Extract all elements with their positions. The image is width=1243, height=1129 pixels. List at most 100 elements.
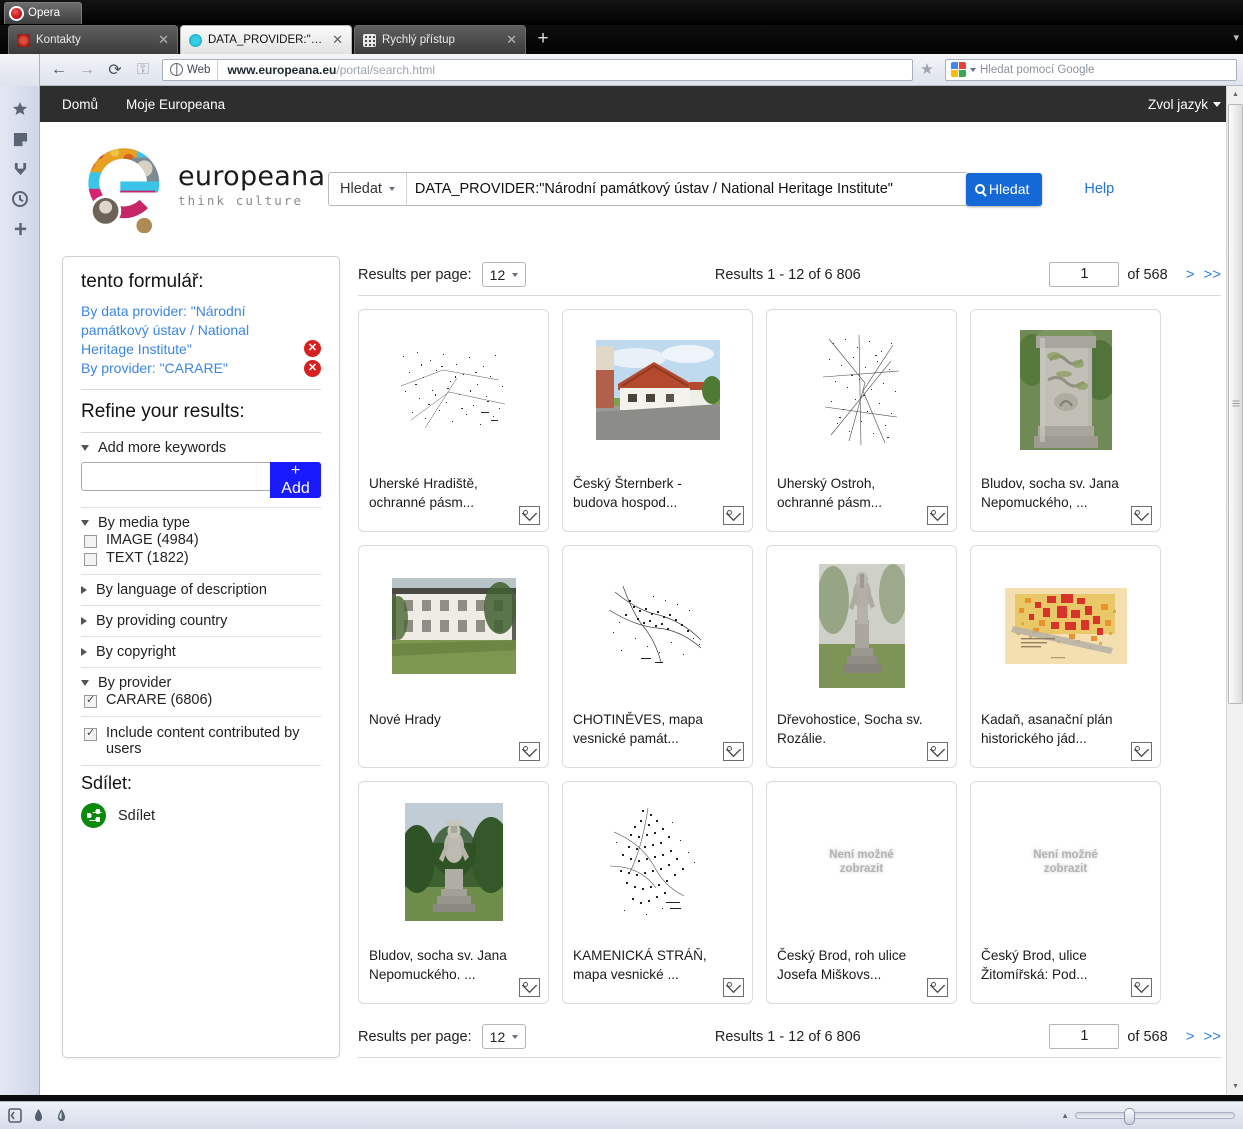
page-number-input[interactable]: 1	[1049, 262, 1120, 287]
tab-list-chevron-down-icon[interactable]: ▾	[1233, 31, 1239, 44]
browser-tab-kontakty[interactable]: Kontakty ✕	[8, 25, 178, 54]
europeana-logo[interactable]: europeana think culture	[78, 139, 325, 239]
zoom-track[interactable]	[1075, 1108, 1235, 1125]
facet-toggle-language[interactable]: By language of description	[81, 582, 321, 598]
result-card[interactable]: Bludov, socha sv. Jana Nepomuckého, ...	[970, 309, 1161, 532]
active-criterion-provider[interactable]: By provider: "CARARE"	[81, 359, 321, 378]
per-page-select[interactable]: 12	[481, 1024, 527, 1049]
share-button[interactable]: Sdílet	[81, 803, 321, 828]
language-selector[interactable]: Zvol jazyk	[1148, 97, 1221, 112]
browser-tab-data-provider[interactable]: DATA_PROVIDER:"Nár... ✕	[180, 25, 352, 54]
result-thumbnail[interactable]: Není možné zobrazit	[767, 782, 956, 942]
facet-item-carare[interactable]: CARARE (6806)	[81, 691, 321, 709]
result-thumbnail[interactable]	[359, 782, 548, 942]
search-input[interactable]	[406, 173, 967, 205]
downloads-icon[interactable]	[0, 154, 40, 184]
back-arrow-left-icon[interactable]: ←	[46, 58, 72, 82]
facet-toggle-keywords[interactable]: Add more keywords	[81, 440, 321, 456]
tab-close-icon[interactable]: ✕	[158, 32, 169, 48]
result-thumbnail[interactable]	[359, 546, 548, 706]
result-thumbnail[interactable]	[767, 310, 956, 470]
tab-close-icon[interactable]: ✕	[506, 32, 517, 48]
result-thumbnail[interactable]	[563, 310, 752, 470]
plus-icon[interactable]	[0, 214, 40, 244]
per-page-select[interactable]: 12	[481, 262, 527, 287]
keyword-input[interactable]	[81, 462, 270, 491]
result-thumbnail[interactable]	[563, 782, 752, 942]
facet-group-country: By providing country	[81, 606, 321, 637]
notes-icon[interactable]	[0, 124, 40, 154]
result-thumbnail[interactable]: Není možné zobrazit	[971, 782, 1160, 942]
checkbox-checked[interactable]	[84, 693, 97, 708]
result-card[interactable]: Kadaň, asanační plán historického jád...	[970, 545, 1161, 768]
refine-heading: Refine your results:	[81, 401, 245, 422]
help-link[interactable]: Help	[1084, 181, 1114, 197]
star-icon[interactable]	[0, 94, 40, 124]
result-card[interactable]: Dřevohostice, Socha sv. Rozálie.	[766, 545, 957, 768]
new-tab-button[interactable]: +	[532, 29, 554, 51]
next-page-button[interactable]: >	[1186, 1028, 1195, 1045]
checkbox[interactable]	[84, 535, 97, 548]
facet-toggle-media-type[interactable]: By media type	[81, 515, 321, 531]
result-card[interactable]: CHOTINĚVES, mapa vesnické památ...	[562, 545, 753, 768]
remove-criterion-icon[interactable]: ✕	[304, 340, 321, 357]
search-submit-button[interactable]: Hledat	[965, 172, 1043, 206]
search-engine-chevron-down-icon[interactable]	[970, 67, 976, 72]
zoom-slider[interactable]: ▲	[1061, 1108, 1235, 1125]
page-scrollbar[interactable]: ▲ ▼	[1226, 86, 1243, 1095]
result-card[interactable]: Uherské Hradiště, ochranné pásm...	[358, 309, 549, 532]
panel-toggle-icon[interactable]	[8, 1108, 22, 1123]
search-scope-dropdown[interactable]: Hledat	[329, 173, 407, 205]
tab-close-icon[interactable]: ✕	[332, 32, 343, 48]
nav-link-home[interactable]: Domů	[62, 97, 98, 112]
facet-group-user-content: Include content contributed by users	[81, 717, 321, 766]
result-card[interactable]: Bludov, socha sv. Jana Nepomuckého. ...	[358, 781, 549, 1004]
result-card[interactable]: Není možné zobrazit Český Brod, roh ulic…	[766, 781, 957, 1004]
forward-arrow-right-icon[interactable]: →	[74, 58, 100, 82]
result-thumbnail[interactable]	[971, 546, 1160, 706]
next-page-button[interactable]: >	[1186, 266, 1195, 283]
browser-tab-rychly-pristup[interactable]: Rychlý přístup ✕	[354, 25, 526, 54]
result-card[interactable]: Český Šternberk - budova hospod...	[562, 309, 753, 532]
zoom-thumb[interactable]	[1124, 1108, 1135, 1125]
unavailable-line-1: Není možné	[829, 849, 894, 861]
share-heading: Sdílet:	[81, 773, 133, 793]
checkbox[interactable]	[84, 553, 97, 566]
facet-toggle-copyright[interactable]: By copyright	[81, 644, 321, 660]
result-thumbnail[interactable]	[971, 310, 1160, 470]
facet-toggle-country[interactable]: By providing country	[81, 613, 321, 629]
facet-item-image[interactable]: IMAGE (4984)	[81, 531, 321, 549]
url-scope-badge[interactable]: Web	[163, 59, 219, 80]
facet-item-text[interactable]: TEXT (1822)	[81, 549, 321, 567]
cloud-sync-icon[interactable]	[55, 1108, 68, 1123]
checkbox-checked[interactable]	[84, 726, 97, 741]
triangle-down-icon	[81, 445, 89, 451]
key-icon[interactable]: ⚿	[130, 58, 156, 82]
facet-item-include-user-content[interactable]: Include content contributed by users	[81, 724, 321, 758]
result-card[interactable]: KAMENICKÁ STRÁŇ, mapa vesnické ...	[562, 781, 753, 1004]
add-keyword-button[interactable]: + Add	[270, 462, 321, 498]
history-clock-icon[interactable]	[0, 184, 40, 214]
nav-link-my-europeana[interactable]: Moje Europeana	[126, 97, 225, 112]
cloud-icon[interactable]	[32, 1108, 45, 1123]
bookmark-star-icon[interactable]: ★	[915, 59, 939, 81]
active-criterion-data-provider[interactable]: By data provider: "Národní památkový úst…	[81, 302, 321, 359]
result-card[interactable]: Není možné zobrazit Český Brod, ulice Ži…	[970, 781, 1161, 1004]
page-number-input[interactable]: 1	[1049, 1024, 1120, 1049]
result-thumbnail[interactable]	[563, 546, 752, 706]
facet-toggle-provider[interactable]: By provider	[81, 675, 321, 691]
result-card[interactable]: Uherský Ostroh, ochranné pásm...	[766, 309, 957, 532]
last-page-button[interactable]: >>	[1203, 266, 1221, 283]
scrollbar-thumb[interactable]	[1228, 104, 1243, 704]
last-page-button[interactable]: >>	[1203, 1028, 1221, 1045]
url-input[interactable]: Web www.europeana.eu/portal/search.html	[162, 58, 913, 81]
browser-search-input[interactable]: Hledat pomocí Google	[945, 58, 1237, 81]
reload-icon[interactable]: ⟳	[102, 58, 128, 82]
opera-menu-button[interactable]: Opera	[4, 2, 82, 24]
result-thumbnail[interactable]	[359, 310, 548, 470]
result-card[interactable]: Nové Hrady	[358, 545, 549, 768]
scroll-up-arrow-icon[interactable]: ▲	[1227, 86, 1243, 103]
result-thumbnail[interactable]	[767, 546, 956, 706]
remove-criterion-icon[interactable]: ✕	[304, 360, 321, 377]
scroll-down-arrow-icon[interactable]: ▼	[1227, 1078, 1243, 1095]
